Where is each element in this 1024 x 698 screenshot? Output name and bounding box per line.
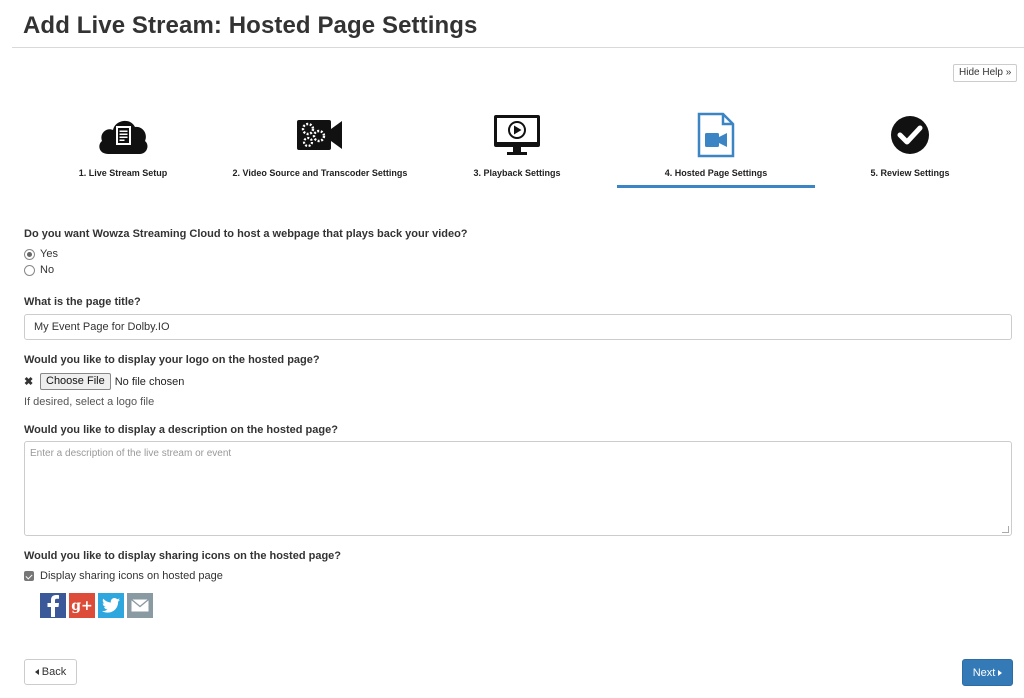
wizard-step-hosted-page-settings[interactable]: 4. Hosted Page Settings [617, 110, 815, 180]
sharing-icons: g+ [40, 593, 153, 618]
chevron-right-icon [998, 669, 1003, 676]
wizard-step-playback-settings[interactable]: 3. Playback Settings [418, 110, 616, 180]
resize-handle[interactable] [1002, 526, 1009, 533]
page-title-input[interactable]: My Event Page for Dolby.IO [24, 314, 1012, 340]
host-question-label: Do you want Wowza Streaming Cloud to hos… [24, 228, 468, 240]
logo-file-picker: ✖ Choose File No file chosen [24, 373, 184, 390]
next-button[interactable]: Next [962, 659, 1013, 686]
next-button-label: Next [972, 666, 996, 679]
radio-no[interactable]: No [24, 264, 54, 276]
logo-hint: If desired, select a logo file [24, 396, 155, 408]
sharing-checkbox[interactable] [24, 571, 34, 581]
facebook-icon [40, 593, 66, 618]
wizard-step-review-settings[interactable]: 5. Review Settings [811, 110, 1009, 180]
page-title: Add Live Stream: Hosted Page Settings [23, 12, 478, 39]
wizard-step-video-source[interactable]: 2. Video Source and Transcoder Settings [221, 110, 419, 180]
step-label: 5. Review Settings [870, 168, 950, 178]
step-label: 2. Video Source and Transcoder Settings [232, 168, 408, 178]
clear-logo-icon[interactable]: ✖ [24, 375, 40, 388]
page-video-icon [686, 110, 746, 160]
radio-yes-button[interactable] [24, 248, 35, 260]
description-placeholder: Enter a description of the live stream o… [30, 448, 232, 459]
back-button[interactable]: Back [24, 659, 77, 685]
active-step-indicator [617, 185, 815, 188]
choose-file-button[interactable]: Choose File [40, 373, 111, 390]
back-button-label: Back [41, 666, 67, 678]
radio-yes-label: Yes [40, 248, 58, 260]
description-question: Would you like to display a description … [24, 424, 338, 436]
cloud-document-icon [93, 110, 153, 160]
page-title-question: What is the page title? [24, 296, 141, 308]
title-divider [12, 47, 1024, 48]
check-circle-icon [880, 110, 940, 160]
radio-no-label: No [40, 264, 55, 276]
video-camera-gears-icon [290, 110, 350, 160]
hide-help-button[interactable]: Hide Help » [953, 64, 1018, 82]
google-plus-icon: g+ [69, 593, 95, 618]
description-textarea[interactable]: Enter a description of the live stream o… [24, 441, 1012, 536]
radio-no-button[interactable] [24, 264, 35, 276]
radio-yes[interactable]: Yes [24, 248, 58, 260]
sharing-checkbox-row[interactable]: Display sharing icons on hosted page [24, 570, 223, 582]
sharing-checkbox-label: Display sharing icons on hosted page [40, 570, 223, 582]
chevron-left-icon [34, 669, 39, 675]
monitor-play-icon [487, 110, 547, 160]
step-label: 3. Playback Settings [473, 168, 561, 178]
email-icon [127, 593, 153, 618]
wizard-steps: 1. Live Stream Setup 2. Video Source and… [0, 110, 1024, 190]
twitter-icon [98, 593, 124, 618]
step-label: 1. Live Stream Setup [78, 168, 168, 178]
step-label: 4. Hosted Page Settings [664, 168, 768, 178]
sharing-question: Would you like to display sharing icons … [24, 550, 341, 562]
logo-question: Would you like to display your logo on t… [24, 354, 320, 366]
file-status-text: No file chosen [114, 375, 185, 388]
wizard-step-live-stream-setup[interactable]: 1. Live Stream Setup [24, 110, 222, 180]
